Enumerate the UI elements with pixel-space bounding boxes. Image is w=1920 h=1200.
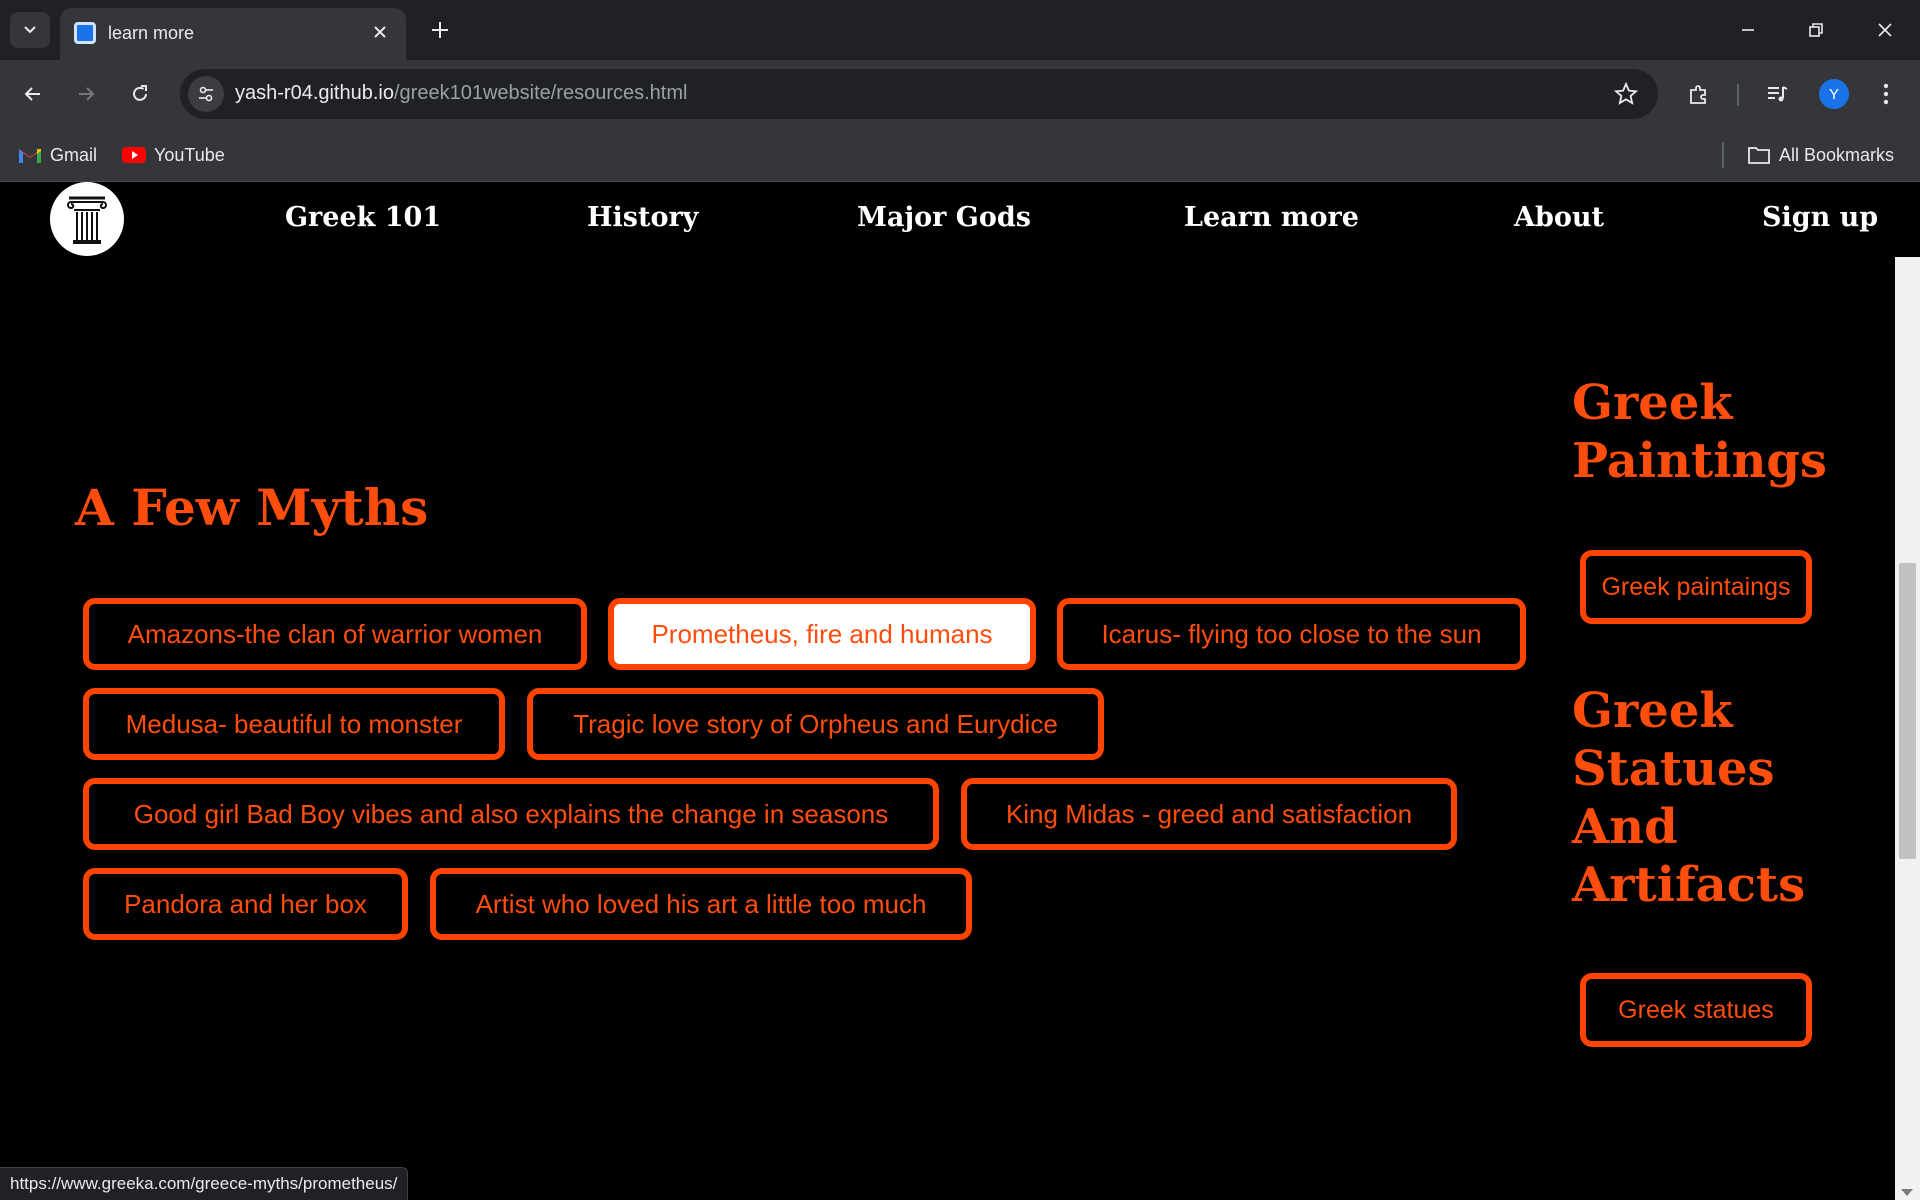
site-logo[interactable] [50,182,124,256]
nav-link-learn-more[interactable]: Learn more [1184,202,1359,233]
scrollbar-thumb[interactable] [1899,563,1916,859]
statues-heading: Greek Statues And Artifacts [1572,683,1806,913]
close-icon [1878,23,1892,37]
tune-icon [199,86,213,102]
myths-heading: A Few Myths [75,478,429,537]
media-control-button[interactable] [1761,78,1793,110]
arrow-left-icon [24,87,40,101]
bookmark-youtube[interactable]: YouTube [122,141,225,169]
minimize-icon [1742,29,1754,31]
myth-button-king-midas[interactable]: King Midas - greed and satisfaction [961,778,1457,850]
gmail-icon [19,149,41,163]
myth-button-amazons[interactable]: Amazons-the clan of warrior women [83,598,587,670]
tab-title: learn more [108,23,195,43]
profile-avatar[interactable]: Y [1819,79,1849,109]
myth-button-icarus[interactable]: Icarus- flying too close to the sun [1057,598,1526,670]
browser-menu-button[interactable] [1870,78,1902,110]
paintings-heading: Greek Paintings [1572,375,1827,489]
browser-tab-bar: learn more [0,0,1920,60]
address-bar[interactable]: yash-r04.github.io/greek101website/resou… [180,69,1658,119]
web-page: Greek 101 History Major Gods Learn more … [0,182,1920,1200]
all-bookmarks-label: All Bookmarks [1779,144,1895,165]
tab-search-button[interactable] [10,12,50,48]
myth-button-prometheus[interactable]: Prometheus, fire and humans [608,598,1036,670]
bookmark-label: Gmail [50,144,98,165]
page-scrollbar[interactable] [1895,257,1920,1200]
arrow-right-icon [79,87,95,101]
bookmarks-bar: Gmail YouTube All Bookmarks [0,128,1920,182]
site-info-button[interactable] [188,76,224,112]
new-tab-button[interactable] [422,12,458,48]
nav-link-about[interactable]: About [1514,202,1604,233]
plus-icon [432,22,448,38]
greek-paintings-button[interactable]: Greek paintaings [1580,550,1812,624]
myth-button-pandora[interactable]: Pandora and her box [83,868,408,940]
forward-button[interactable] [66,74,106,114]
tab-close-icon[interactable] [366,18,394,46]
myth-button-persephone[interactable]: Good girl Bad Boy vibes and also explain… [83,778,939,850]
site-navbar: Greek 101 History Major Gods Learn more … [0,182,1895,256]
myth-button-medusa[interactable]: Medusa- beautiful to monster [83,688,505,760]
restore-button[interactable] [1793,8,1839,52]
bookmarks-divider [1722,142,1724,168]
bookmark-label: YouTube [154,144,225,165]
browser-toolbar: yash-r04.github.io/greek101website/resou… [0,60,1920,128]
more-vert-icon [1883,83,1889,105]
bookmark-gmail[interactable]: Gmail [18,141,97,169]
nav-link-sign-up[interactable]: Sign up [1762,202,1878,233]
nav-link-major-gods[interactable]: Major Gods [857,202,1031,233]
bookmark-star-button[interactable] [1612,80,1640,108]
queue-music-icon [1768,86,1788,102]
youtube-icon [122,147,146,163]
myth-button-orpheus[interactable]: Tragic love story of Orpheus and Eurydic… [527,688,1104,760]
all-bookmarks-button[interactable]: All Bookmarks [1747,141,1894,169]
back-button[interactable] [13,74,53,114]
nav-link-history[interactable]: History [587,202,698,233]
chevron-down-icon [24,26,36,34]
restore-icon [1809,23,1823,37]
link-status-bar: https://www.greeka.com/greece-myths/prom… [0,1167,409,1200]
minimize-button[interactable] [1725,8,1771,52]
puzzle-icon [1690,85,1706,104]
star-icon [1614,82,1638,105]
toolbar-divider [1737,84,1739,106]
url-path: /greek101website/resources.html [393,82,688,104]
greek-statues-button[interactable]: Greek statues [1580,973,1812,1047]
extensions-button[interactable] [1683,78,1715,110]
url-host: yash-r04.github.io [235,82,394,104]
greek-column-icon [67,196,107,244]
url-text: yash-r04.github.io/greek101website/resou… [235,82,687,105]
close-window-button[interactable] [1862,8,1908,52]
reload-icon [133,85,147,101]
myth-button-pygmalion[interactable]: Artist who loved his art a little too mu… [430,868,972,940]
nav-link-greek-101[interactable]: Greek 101 [285,202,441,233]
site-favicon-icon [74,22,96,44]
reload-button[interactable] [120,74,160,114]
browser-tab[interactable]: learn more [60,8,406,60]
scroll-down-arrow-icon[interactable] [1901,1189,1913,1196]
folder-icon [1748,147,1770,164]
